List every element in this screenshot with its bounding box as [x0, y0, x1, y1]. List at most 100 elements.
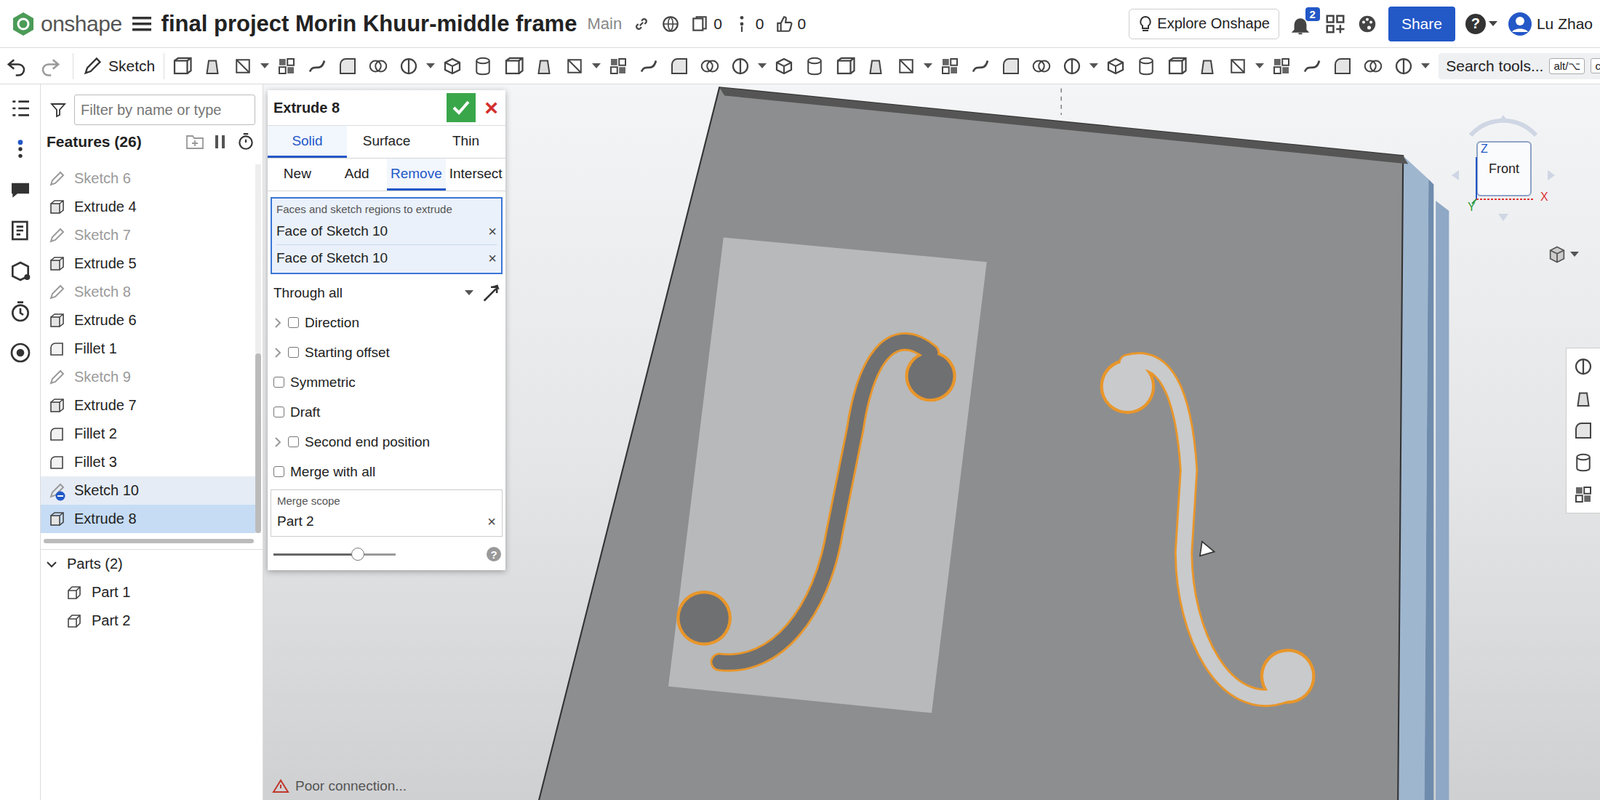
option-row[interactable]: Draft [267, 397, 506, 427]
redo-icon[interactable] [39, 55, 62, 78]
part-item[interactable]: Part 1 [40, 578, 263, 607]
tool-button[interactable] [893, 53, 920, 80]
history-icon[interactable] [8, 300, 32, 324]
help-button[interactable]: ? [486, 546, 502, 562]
feature-item[interactable]: Extrude 5 [40, 249, 256, 278]
variables-icon[interactable] [1572, 483, 1595, 506]
section-view-icon[interactable] [1572, 451, 1595, 474]
end-type-dropdown[interactable]: Through all [273, 281, 474, 305]
tool-button[interactable] [1298, 53, 1326, 80]
part-item[interactable]: Part 2 [40, 606, 263, 635]
explore-button[interactable]: Explore Onshape [1128, 8, 1280, 40]
checkbox[interactable] [273, 406, 285, 418]
undo-icon[interactable] [5, 55, 28, 78]
timer-icon[interactable] [236, 132, 256, 152]
feature-item[interactable]: Extrude 4 [40, 192, 256, 222]
hamburger-icon[interactable] [132, 16, 152, 32]
checkbox[interactable] [288, 436, 299, 448]
parts-icon[interactable] [8, 259, 32, 283]
selection-field[interactable]: Faces and sketch regions to extrudeFace … [270, 197, 503, 275]
tool-button[interactable] [832, 53, 859, 80]
palette-icon[interactable] [1356, 13, 1379, 35]
tool-button[interactable] [469, 53, 496, 80]
merge-scope-field[interactable]: Merge scopePart 2× [270, 489, 503, 537]
tool-button[interactable] [229, 53, 256, 80]
share-button[interactable]: Share [1388, 6, 1456, 42]
tool-button[interactable] [770, 53, 798, 80]
tool-button[interactable] [168, 53, 195, 80]
checkbox[interactable] [288, 346, 299, 358]
apps-grid-icon[interactable] [1324, 13, 1347, 35]
tool-button[interactable] [666, 53, 693, 80]
expand-chevron-icon[interactable] [273, 317, 283, 329]
parts-header[interactable]: Parts (2) [40, 549, 263, 579]
operation-tab[interactable]: New [267, 158, 328, 191]
tool-button[interactable] [304, 53, 331, 80]
tool-button[interactable] [1224, 53, 1251, 80]
feature-item[interactable]: Sketch 10 [40, 476, 256, 505]
tool-button[interactable] [500, 53, 527, 80]
filter-input[interactable] [74, 94, 256, 126]
tool-button[interactable] [365, 53, 392, 80]
body-type-tab[interactable]: Thin [426, 125, 506, 158]
tool-button[interactable] [273, 53, 300, 80]
count-group[interactable]: 0 [774, 14, 807, 34]
operation-tab[interactable]: Add [327, 158, 387, 191]
dropdown-arrow-icon[interactable] [923, 63, 933, 70]
slider-track[interactable] [273, 553, 396, 556]
option-row[interactable]: Second end position [267, 426, 506, 457]
slider-knob[interactable] [351, 547, 365, 561]
remove-button[interactable]: × [487, 513, 496, 531]
feature-item[interactable]: Sketch 7 [40, 221, 256, 250]
tool-button[interactable] [967, 53, 994, 80]
tool-button[interactable] [395, 53, 422, 80]
feature-item[interactable]: Sketch 6 [40, 164, 256, 193]
expand-chevron-icon[interactable] [273, 346, 283, 359]
checkbox[interactable] [273, 376, 285, 388]
count-group[interactable]: 0 [732, 14, 765, 34]
tool-button[interactable] [635, 53, 662, 80]
tool-button[interactable] [439, 53, 466, 80]
horizontal-scrollbar[interactable] [43, 538, 254, 544]
tool-button[interactable] [334, 53, 361, 80]
tool-button[interactable] [530, 53, 558, 80]
feature-item[interactable]: Extrude 8 [40, 504, 256, 534]
mate-connector-icon[interactable] [1572, 387, 1595, 410]
body-type-tab[interactable]: Surface [346, 125, 427, 158]
help-menu[interactable]: ? [1465, 13, 1498, 35]
feature-item[interactable]: Fillet 3 [40, 448, 256, 477]
feature-item[interactable]: Extrude 6 [40, 306, 256, 335]
dropdown-arrow-icon[interactable] [260, 63, 270, 70]
merge-scope-item[interactable]: Part 2× [277, 509, 496, 534]
selection-item[interactable]: Face of Sketch 10× [276, 218, 497, 245]
tool-button[interactable] [1058, 53, 1086, 80]
comments-icon[interactable] [8, 178, 32, 202]
filter-icon[interactable] [49, 101, 67, 119]
dropdown-arrow-icon[interactable] [1089, 63, 1099, 70]
option-row[interactable]: Direction [267, 307, 506, 338]
tool-button[interactable] [605, 53, 632, 80]
appearance-icon[interactable] [1572, 355, 1595, 378]
feature-item[interactable]: Extrude 7 [40, 391, 256, 420]
tool-button[interactable] [801, 53, 828, 80]
scrollbar-thumb[interactable] [255, 353, 262, 534]
notes-icon[interactable] [8, 218, 32, 243]
viewport[interactable]: FrontZXYPoor connection...Extrude 8×Soli… [263, 84, 1600, 800]
remove-button[interactable]: × [488, 223, 497, 240]
checkbox[interactable] [288, 317, 299, 328]
feature-list-icon[interactable] [8, 96, 32, 120]
count-group[interactable]: 0 [690, 14, 723, 34]
tool-button[interactable] [936, 53, 963, 80]
view-cube[interactable]: FrontZXY [1448, 106, 1558, 223]
tool-button[interactable] [1194, 53, 1221, 80]
tool-button[interactable] [1360, 53, 1387, 80]
option-row[interactable]: Symmetric [267, 367, 506, 398]
tool-button[interactable] [199, 53, 226, 80]
feature-item[interactable]: Sketch 9 [40, 362, 256, 392]
user-menu[interactable]: Lu Zhao [1507, 11, 1593, 37]
feature-item[interactable]: Fillet 1 [40, 334, 256, 363]
tool-button[interactable] [1390, 53, 1417, 80]
flip-direction-icon[interactable] [480, 282, 502, 304]
expand-chevron-icon[interactable] [273, 436, 283, 448]
operation-tab[interactable]: Remove [386, 158, 447, 191]
